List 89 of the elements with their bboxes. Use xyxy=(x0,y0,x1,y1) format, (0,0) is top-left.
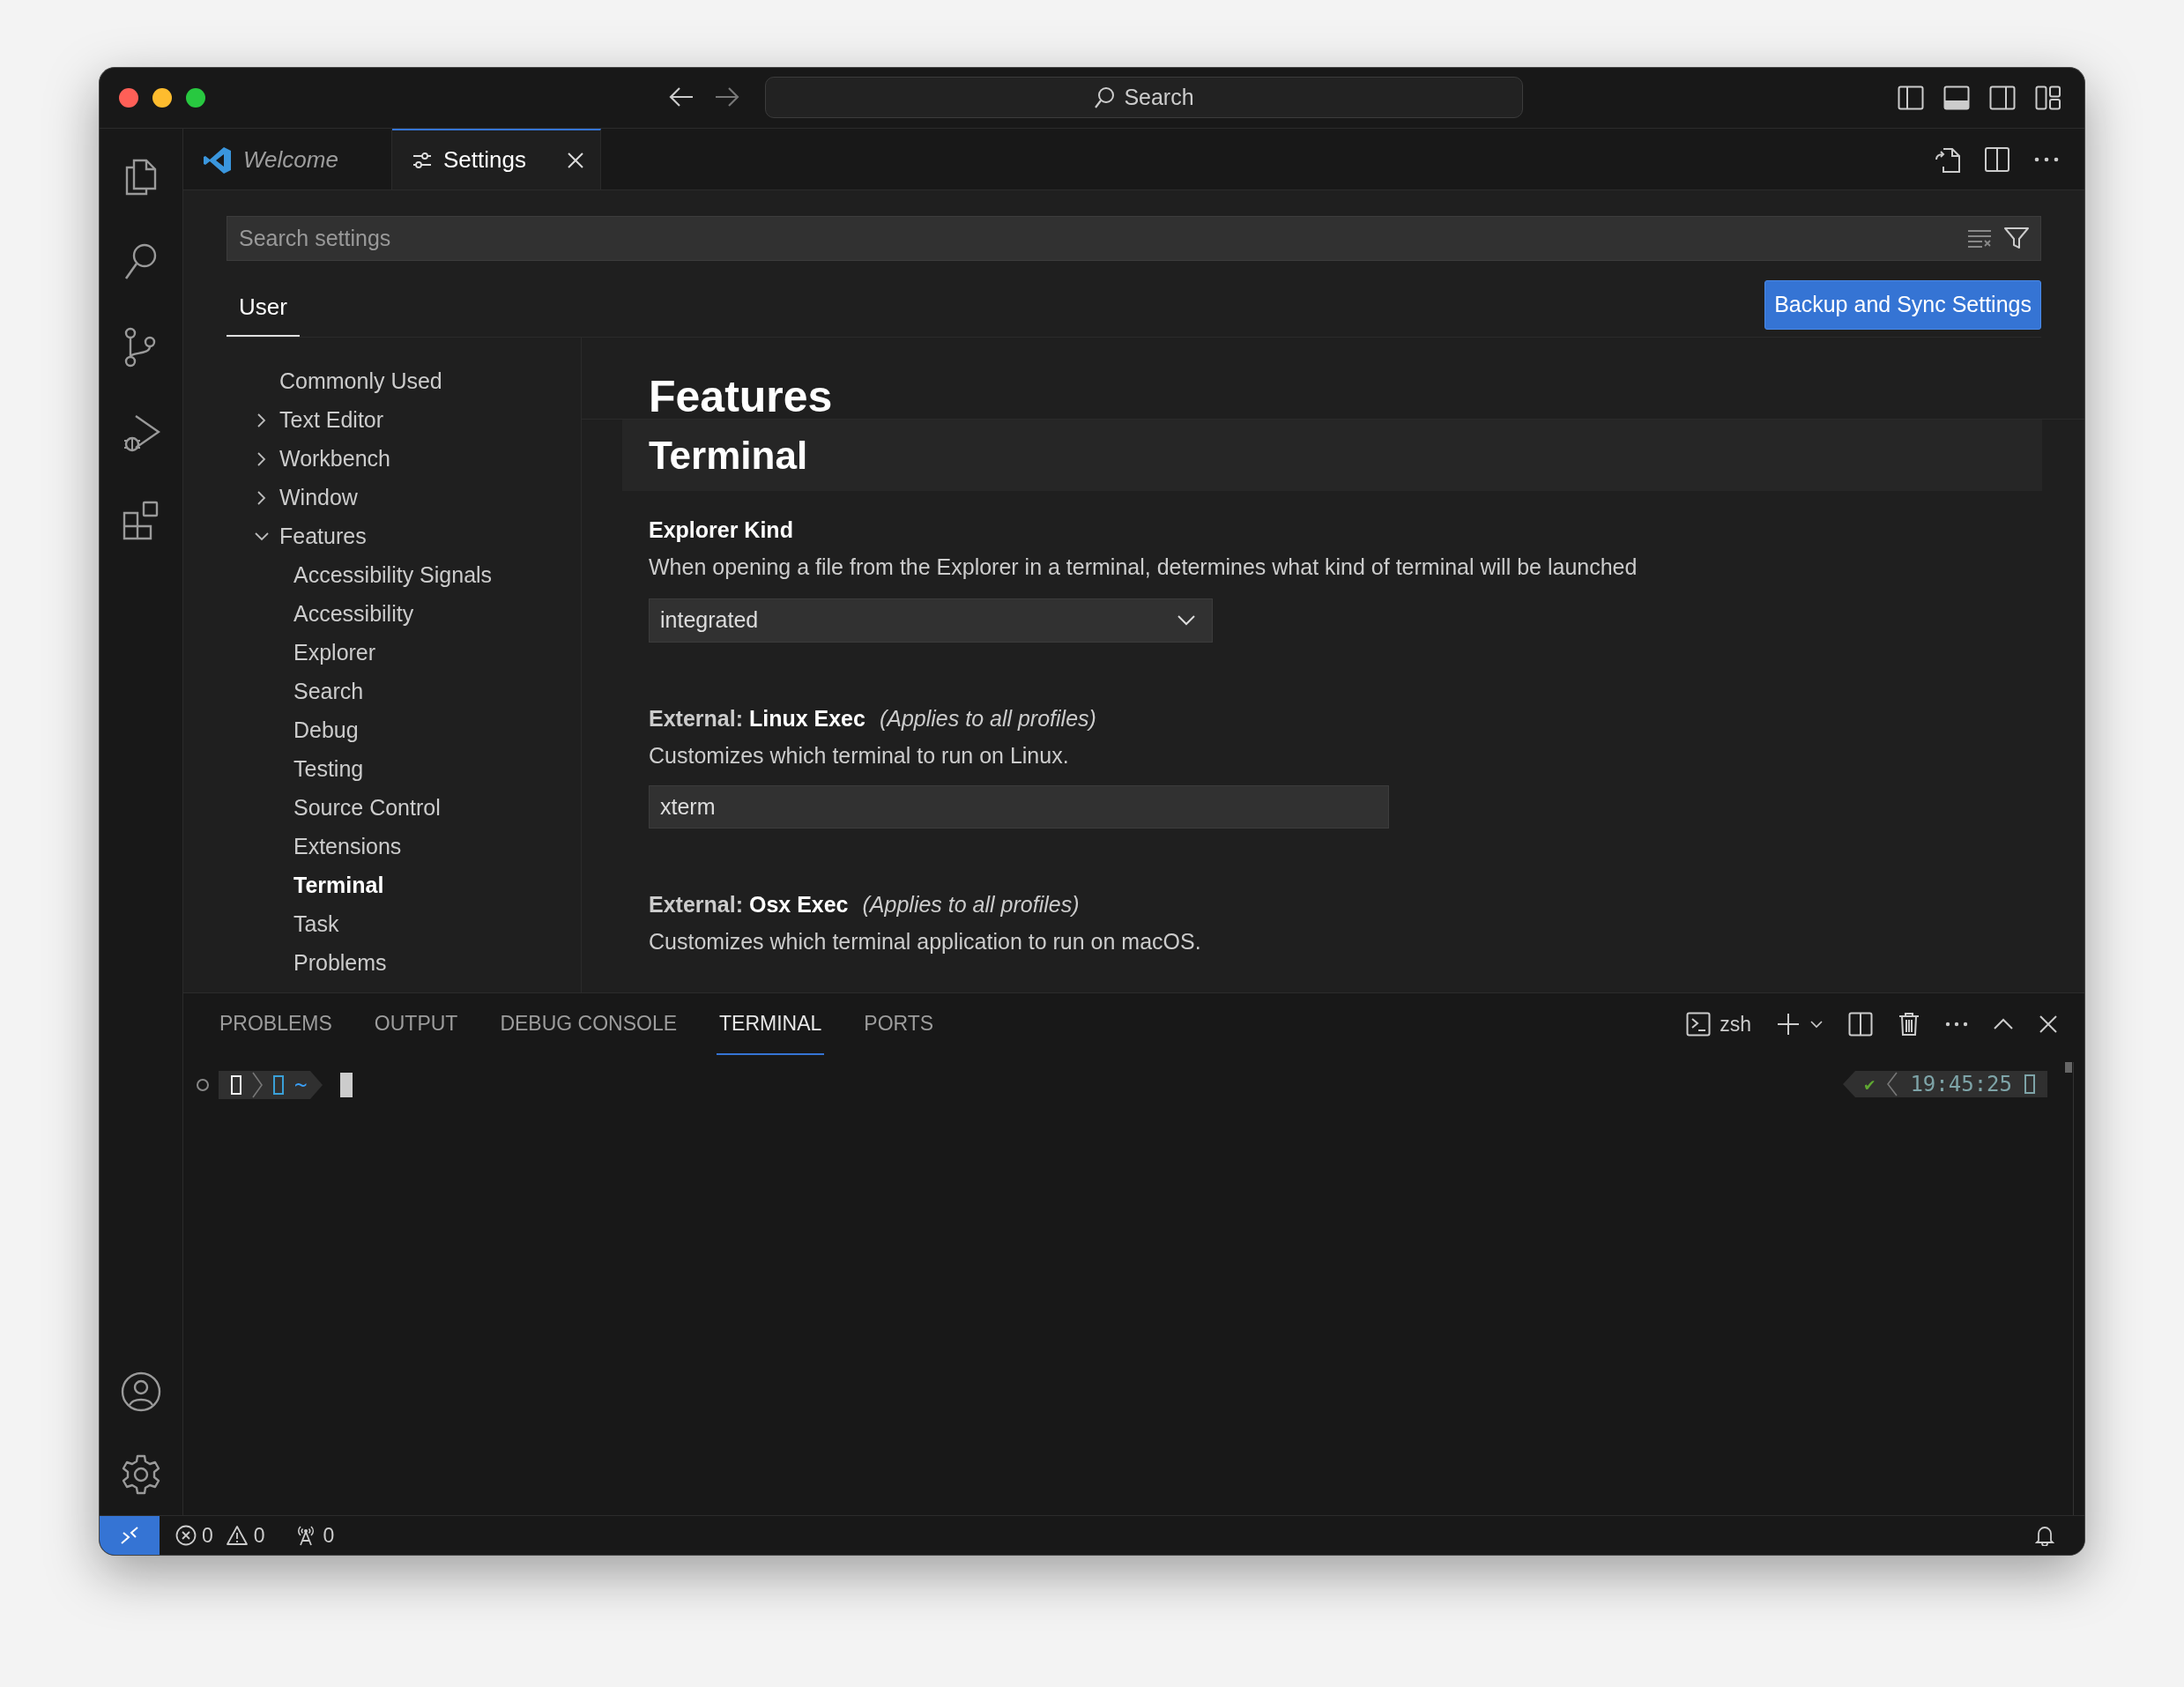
filter-icon[interactable] xyxy=(2003,226,2030,250)
settings-tree-item[interactable]: Workbench xyxy=(279,442,390,476)
setting-description: Customizes which terminal application to run on macOS. xyxy=(649,928,1202,956)
settings-tree-item[interactable]: Accessibility xyxy=(293,598,414,631)
toggle-sidebar-icon[interactable] xyxy=(1898,85,1924,110)
extensions-icon[interactable] xyxy=(122,499,160,541)
separator-icon xyxy=(1887,1072,1898,1096)
sliders-icon xyxy=(412,151,433,169)
settings-tree-item[interactable]: Debug xyxy=(293,714,359,747)
toggle-panel-icon[interactable] xyxy=(1943,85,1970,110)
panel-tab[interactable]: OUTPUT xyxy=(371,993,461,1055)
text-cursor xyxy=(340,1073,353,1097)
close-window-button[interactable] xyxy=(119,88,138,108)
maximize-panel-icon[interactable] xyxy=(1993,1018,2014,1030)
settings-tree-item[interactable]: Terminal xyxy=(293,869,384,903)
settings-tree-item[interactable]: Window xyxy=(279,481,358,515)
settings-tree-item[interactable]: Testing xyxy=(293,753,364,786)
settings-tree-item[interactable]: Extensions xyxy=(293,830,402,864)
remote-icon xyxy=(120,1526,139,1545)
setting-description: Customizes which terminal to run on Linux. xyxy=(649,742,1070,770)
panel-tab[interactable]: PORTS xyxy=(861,993,937,1055)
editor-tab[interactable]: Settings xyxy=(392,129,601,190)
notifications-bell-icon[interactable] xyxy=(2035,1525,2054,1546)
warning-icon xyxy=(225,1525,249,1546)
forward-arrow-icon[interactable] xyxy=(714,85,740,108)
separator-icon xyxy=(252,1072,263,1098)
terminal-selector[interactable]: zsh xyxy=(1686,1008,1751,1040)
panel-tab[interactable]: DEBUG CONSOLE xyxy=(497,993,680,1055)
split-editor-icon[interactable] xyxy=(1984,145,2010,173)
new-terminal-button[interactable] xyxy=(1776,1012,1824,1037)
chevron-right-icon[interactable] xyxy=(256,451,267,467)
prompt-path: ~ xyxy=(294,1072,308,1099)
close-icon[interactable] xyxy=(567,151,584,169)
zoom-window-button[interactable] xyxy=(186,88,205,108)
chevron-right-icon[interactable] xyxy=(256,412,267,428)
split-terminal-icon[interactable] xyxy=(1848,1012,1873,1037)
settings-tree-item[interactable]: Task xyxy=(293,908,339,941)
code-editor-logo-icon xyxy=(203,145,233,175)
close-icon[interactable] xyxy=(2039,1014,2058,1034)
setting-title: External: Osx Exec (Applies to all profiles) xyxy=(649,891,1081,918)
scrollbar[interactable] xyxy=(2065,1062,2072,1073)
section-heading: Features xyxy=(648,371,834,419)
chevron-right-icon[interactable] xyxy=(256,490,267,506)
settings-tree-item[interactable]: Problems xyxy=(293,947,387,980)
settings-tree-item[interactable]: Text Editor xyxy=(279,404,384,437)
back-arrow-icon[interactable] xyxy=(668,85,695,108)
settings-tree-item[interactable]: Accessibility Signals xyxy=(293,559,493,592)
problems-indicator[interactable]: 0 0 xyxy=(175,1520,265,1551)
customize-layout-icon[interactable] xyxy=(2035,85,2061,110)
plus-icon xyxy=(1776,1012,1801,1037)
terminal-icon xyxy=(1686,1012,1712,1037)
settings-tree-item[interactable]: Explorer xyxy=(293,636,376,670)
settings-tree-item[interactable]: Source Control xyxy=(293,791,441,825)
command-status-icon xyxy=(196,1078,210,1092)
command-center-search[interactable]: Search xyxy=(765,77,1523,118)
settings-tree-item[interactable]: Features xyxy=(279,520,367,554)
toggle-secondary-sidebar-icon[interactable] xyxy=(1989,85,2016,110)
status-check: ✔ xyxy=(1864,1073,1876,1096)
missing-glyph-icon xyxy=(231,1075,241,1095)
setting-title: External: Linux Exec (Applies to all profiles) xyxy=(649,705,1097,732)
chevron-down-icon[interactable] xyxy=(254,531,270,542)
settings-tree-item[interactable]: Search xyxy=(293,675,364,709)
panel-tab[interactable]: PROBLEMS xyxy=(217,993,335,1055)
chevron-down-icon xyxy=(1177,614,1196,627)
minimize-window-button[interactable] xyxy=(152,88,172,108)
account-icon[interactable] xyxy=(120,1371,162,1413)
remote-indicator[interactable] xyxy=(100,1516,160,1555)
prompt-time: 19:45:25 xyxy=(1910,1071,2012,1098)
settings-tree-item[interactable]: Commonly Used xyxy=(279,365,442,398)
setting-title: Explorer Kind xyxy=(649,517,794,544)
dropdown[interactable]: integrated xyxy=(649,598,1213,643)
more-actions-icon[interactable] xyxy=(1945,1022,1968,1027)
more-actions-icon[interactable] xyxy=(2033,155,2060,163)
scope-tab[interactable]: User xyxy=(227,290,300,337)
backup-and-sync-button[interactable]: Backup and Sync Settings xyxy=(1764,280,2041,330)
panel-tab[interactable]: TERMINAL xyxy=(717,993,825,1055)
missing-glyph-icon xyxy=(273,1075,284,1095)
ports-indicator[interactable]: 0 xyxy=(294,1520,335,1551)
input-field[interactable]: xterm xyxy=(649,785,1389,829)
error-icon xyxy=(175,1525,197,1546)
subsection-heading: Terminal xyxy=(649,432,808,479)
missing-glyph-icon xyxy=(2024,1074,2035,1094)
search-icon xyxy=(1094,85,1116,109)
settings-gear-icon[interactable] xyxy=(120,1453,162,1496)
clear-filter-icon[interactable] xyxy=(1966,227,1993,249)
trash-icon[interactable] xyxy=(1898,1012,1920,1037)
search-settings-field[interactable]: Search settings xyxy=(227,216,2041,261)
chevron-down-icon xyxy=(1809,1020,1824,1029)
setting-description: When opening a file from the Explorer in a terminal, determines what kind of terminal will be launched xyxy=(649,554,1638,582)
